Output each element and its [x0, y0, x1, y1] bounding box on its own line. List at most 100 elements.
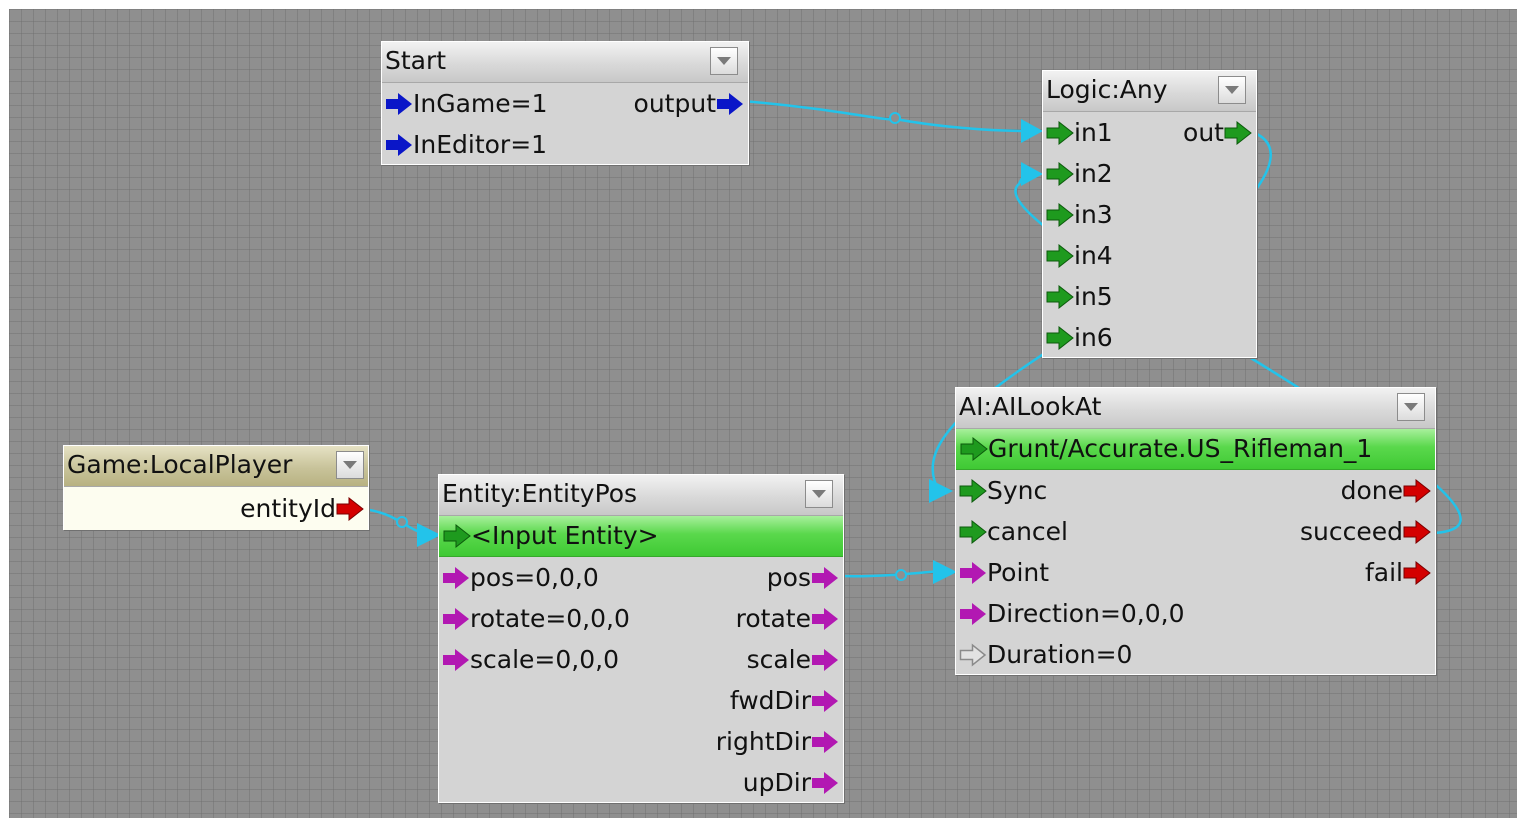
port-label: entityId	[240, 494, 336, 523]
port-label: succeed	[1300, 517, 1403, 546]
input-port-pos[interactable]: pos=0,0,0	[442, 557, 599, 598]
magenta-arrow-icon	[442, 648, 470, 672]
output-port-done[interactable]: done	[1341, 470, 1431, 511]
magenta-arrow-icon	[959, 561, 987, 585]
port-row: in3	[1043, 194, 1256, 235]
node-header[interactable]: Logic:Any	[1043, 71, 1256, 112]
link-arrowhead	[1021, 119, 1043, 143]
link-arrowhead	[1021, 162, 1043, 186]
node-game-localplayer[interactable]: Game:LocalPlayer entityId	[63, 445, 369, 530]
collapse-dropdown-icon[interactable]	[336, 451, 364, 479]
input-port-cancel[interactable]: cancel	[959, 511, 1068, 552]
link-midpoint-handle[interactable]	[895, 569, 907, 581]
entity-label: <Input Entity>	[471, 521, 659, 550]
node-entity-entitypos[interactable]: Entity:EntityPos <Input Entity> pos=0,0,…	[438, 474, 844, 803]
link-entitypos-pos-to-ailookat-point[interactable]	[838, 569, 940, 578]
port-label: pos=0,0,0	[470, 563, 599, 592]
output-port-fail[interactable]: fail	[1365, 552, 1431, 593]
port-label: Sync	[987, 476, 1048, 505]
node-ai-ailookat[interactable]: AI:AILookAt Grunt/Accurate.US_Rifleman_1…	[955, 387, 1436, 675]
green-arrow-icon	[960, 437, 988, 461]
port-label: scale	[746, 645, 811, 674]
port-row: Point fail	[956, 552, 1435, 593]
port-row: in2	[1043, 153, 1256, 194]
node-start[interactable]: Start InGame=1 output InEditor=1	[381, 41, 749, 165]
port-label: Duration=0	[987, 640, 1133, 669]
port-row: in6	[1043, 317, 1256, 358]
port-row: pos=0,0,0 pos	[439, 557, 843, 598]
port-label: in1	[1074, 118, 1113, 147]
port-row: Direction=0,0,0	[956, 593, 1435, 634]
link-midpoint-handle[interactable]	[889, 112, 901, 124]
port-row: Sync done	[956, 470, 1435, 511]
port-label: rotate	[735, 604, 811, 633]
collapse-dropdown-icon[interactable]	[1218, 76, 1246, 104]
link-midpoint-handle[interactable]	[396, 516, 408, 528]
magenta-arrow-icon	[959, 602, 987, 626]
output-port-entityid[interactable]: entityId	[240, 487, 364, 530]
node-header[interactable]: Game:LocalPlayer	[64, 446, 368, 487]
output-port-scale[interactable]: scale	[747, 639, 839, 680]
input-port-scale[interactable]: scale=0,0,0	[442, 639, 619, 680]
port-label: fwdDir	[729, 686, 811, 715]
input-port-ineditor[interactable]: InEditor=1	[385, 124, 547, 165]
output-port-pos[interactable]: pos	[767, 557, 839, 598]
green-arrow-icon	[1046, 161, 1074, 186]
port-label: rotate=0,0,0	[470, 604, 630, 633]
output-port-succeed[interactable]: succeed	[1300, 511, 1431, 552]
green-arrow-icon	[1046, 284, 1074, 309]
output-port-output[interactable]: output	[634, 83, 744, 124]
port-label: out	[1183, 118, 1224, 147]
output-port-updir[interactable]: upDir	[743, 762, 839, 803]
input-port-in3[interactable]: in3	[1046, 194, 1113, 235]
blue-arrow-icon	[716, 92, 744, 116]
input-port-in6[interactable]: in6	[1046, 317, 1113, 358]
output-port-rotate[interactable]: rotate	[736, 598, 839, 639]
link-start-output-to-logic-in1[interactable]	[741, 99, 1030, 133]
node-header[interactable]: AI:AILookAt	[956, 388, 1435, 429]
port-row: in5	[1043, 276, 1256, 317]
input-port-rotate[interactable]: rotate=0,0,0	[442, 598, 630, 639]
entity-input-port[interactable]: Grunt/Accurate.US_Rifleman_1	[956, 429, 1435, 470]
port-row: Duration=0	[956, 634, 1435, 675]
output-port-rightdir[interactable]: rightDir	[716, 721, 839, 762]
port-row: in4	[1043, 235, 1256, 276]
node-title: Entity:EntityPos	[442, 479, 638, 508]
entity-label: Grunt/Accurate.US_Rifleman_1	[988, 434, 1373, 463]
node-header[interactable]: Entity:EntityPos	[439, 475, 843, 516]
port-row: upDir	[439, 762, 843, 803]
input-port-ingame[interactable]: InGame=1	[385, 83, 548, 124]
port-label: fail	[1364, 558, 1403, 587]
port-label: cancel	[987, 517, 1068, 546]
output-port-fwddir[interactable]: fwdDir	[730, 680, 839, 721]
output-port-out[interactable]: out	[1183, 112, 1252, 153]
red-arrow-icon	[1403, 560, 1431, 585]
magenta-arrow-icon	[442, 607, 470, 631]
input-port-point[interactable]: Point	[959, 552, 1049, 593]
port-label: output	[633, 89, 716, 118]
red-arrow-icon	[1403, 519, 1431, 544]
green-arrow-icon	[959, 478, 987, 503]
port-row: cancel succeed	[956, 511, 1435, 552]
port-label: in4	[1074, 241, 1113, 270]
red-arrow-icon	[1403, 478, 1431, 503]
node-header[interactable]: Start	[382, 42, 748, 83]
input-port-in1[interactable]: in1	[1046, 112, 1113, 153]
collapse-dropdown-icon[interactable]	[1397, 393, 1425, 421]
flowgraph-canvas[interactable]: Start InGame=1 output InEditor=1 Logic:A…	[9, 9, 1517, 818]
input-port-in2[interactable]: in2	[1046, 153, 1113, 194]
input-port-direction[interactable]: Direction=0,0,0	[959, 593, 1185, 634]
magenta-arrow-icon	[442, 566, 470, 590]
port-label: Point	[987, 558, 1050, 587]
green-arrow-icon	[443, 524, 471, 548]
entity-input-port[interactable]: <Input Entity>	[439, 516, 843, 557]
port-row: in1 out	[1043, 112, 1256, 153]
input-port-sync[interactable]: Sync	[959, 470, 1047, 511]
input-port-duration[interactable]: Duration=0	[959, 634, 1132, 675]
collapse-dropdown-icon[interactable]	[710, 47, 738, 75]
input-port-in5[interactable]: in5	[1046, 276, 1113, 317]
input-port-in4[interactable]: in4	[1046, 235, 1113, 276]
port-label: in3	[1074, 200, 1113, 229]
collapse-dropdown-icon[interactable]	[805, 480, 833, 508]
node-logic-any[interactable]: Logic:Any in1 out in2 in3 in4 in5 in6	[1042, 70, 1257, 358]
